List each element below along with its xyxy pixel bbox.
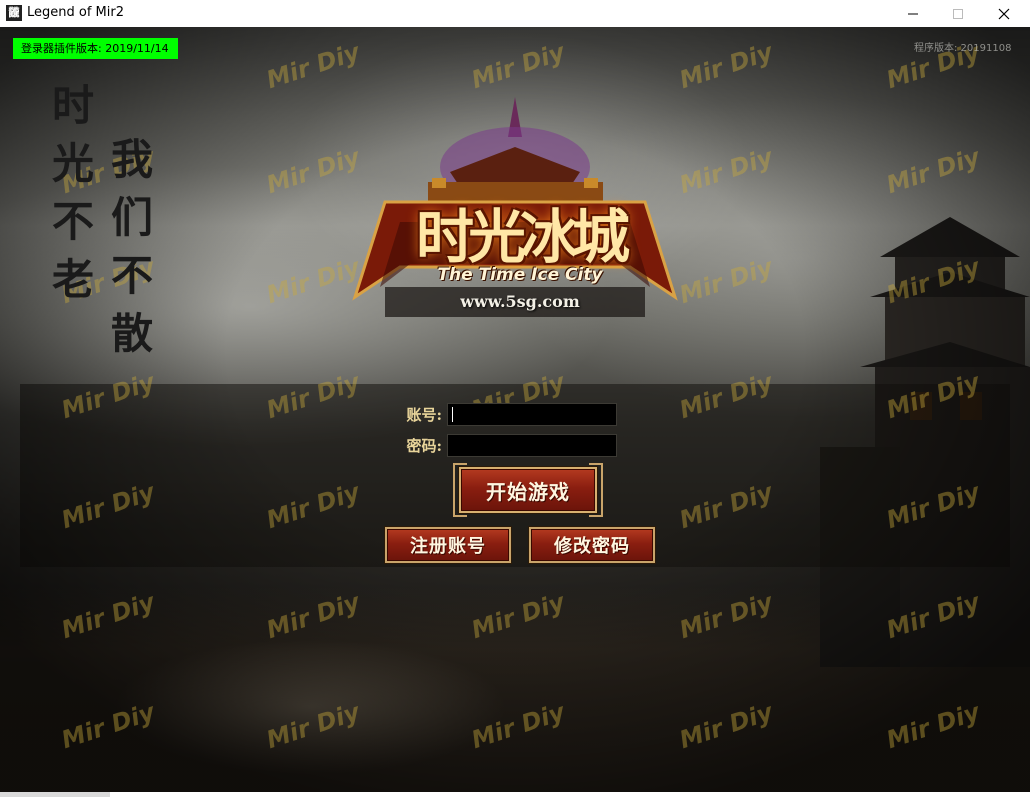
account-input[interactable] [447,403,617,426]
calligraphy-slogan-right: 时光不老 [51,81,94,304]
window-title: Legend of Mir2 [27,5,124,20]
window-bottom-edge [0,792,1030,797]
close-icon [998,8,1010,19]
login-screen: Mir Diy Mir Diy Mir Diy Mir Diy Mir Diy … [0,27,1030,792]
title-bar[interactable]: 龖 Legend of Mir2 [0,0,1030,27]
client-version-label: 程序版本: 20191108 [914,43,1012,54]
close-button[interactable] [981,0,1027,27]
plugin-version-badge: 登录器插件版本: 2019/11/14 [13,38,178,59]
horizontal-scrollbar[interactable] [0,792,110,797]
password-input[interactable] [447,434,617,457]
minimize-icon [908,13,918,14]
calligraphy-slogan-left: 我们不散 [110,135,153,358]
password-label: 密码: [406,437,442,455]
start-game-button[interactable]: 开始游戏 [459,467,597,513]
text-cursor [452,407,453,422]
game-logo-subtitle: The Time Ice City [437,265,603,285]
maximize-icon [953,8,963,19]
maximize-button[interactable] [935,0,981,27]
register-account-button[interactable]: 注册账号 [385,527,511,563]
account-label: 账号: [406,406,442,424]
game-window: 龖 Legend of Mir2 Mir Diy Mir Diy Mir Diy… [0,0,1030,797]
game-logo-title: 时光冰城 [415,203,630,271]
game-website-url: www.5sg.com [460,292,580,311]
change-password-button[interactable]: 修改密码 [529,527,655,563]
minimize-button[interactable] [890,0,936,27]
app-icon: 龖 [6,5,22,21]
